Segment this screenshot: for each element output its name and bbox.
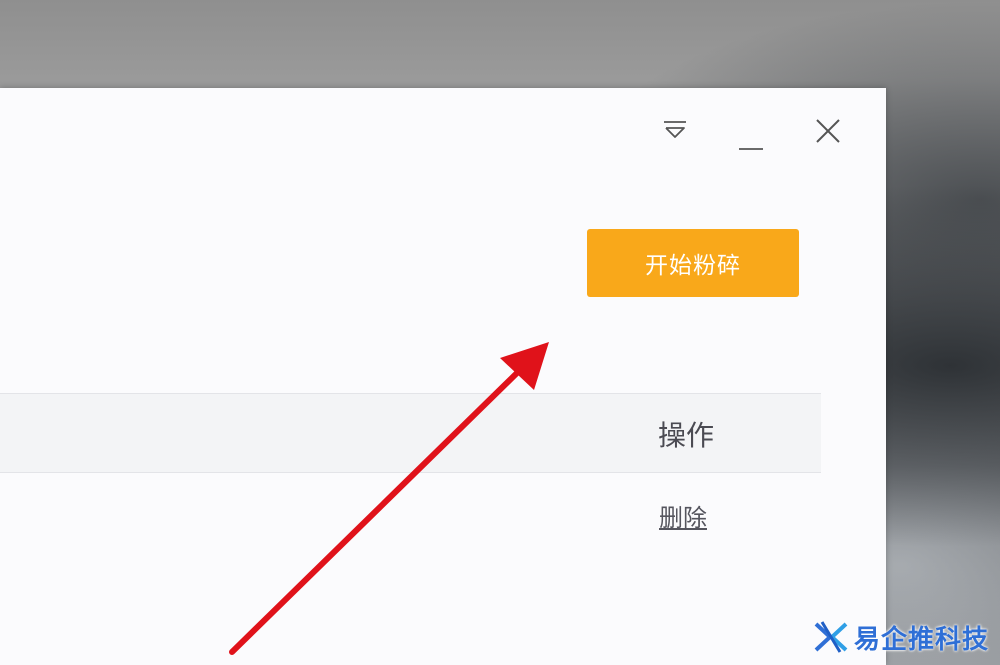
menu-button[interactable] bbox=[655, 110, 695, 150]
minimize-icon bbox=[739, 148, 763, 150]
start-shred-button[interactable]: 开始粉碎 bbox=[587, 229, 799, 297]
watermark: 易企推科技 bbox=[812, 618, 989, 656]
column-header-action: 操作 bbox=[658, 419, 715, 452]
table-header: 操作 bbox=[0, 393, 821, 473]
watermark-logo-icon bbox=[814, 621, 848, 653]
watermark-text: 易企推科技 bbox=[854, 624, 990, 655]
dropdown-triangle-icon bbox=[664, 121, 686, 138]
table-row: 删除 bbox=[0, 472, 821, 552]
close-button[interactable] bbox=[808, 111, 848, 151]
minimize-button[interactable] bbox=[731, 118, 771, 158]
app-window: 开始粉碎 操作 删除 bbox=[0, 88, 886, 665]
close-icon bbox=[816, 119, 840, 143]
delete-link[interactable]: 删除 bbox=[659, 498, 707, 533]
